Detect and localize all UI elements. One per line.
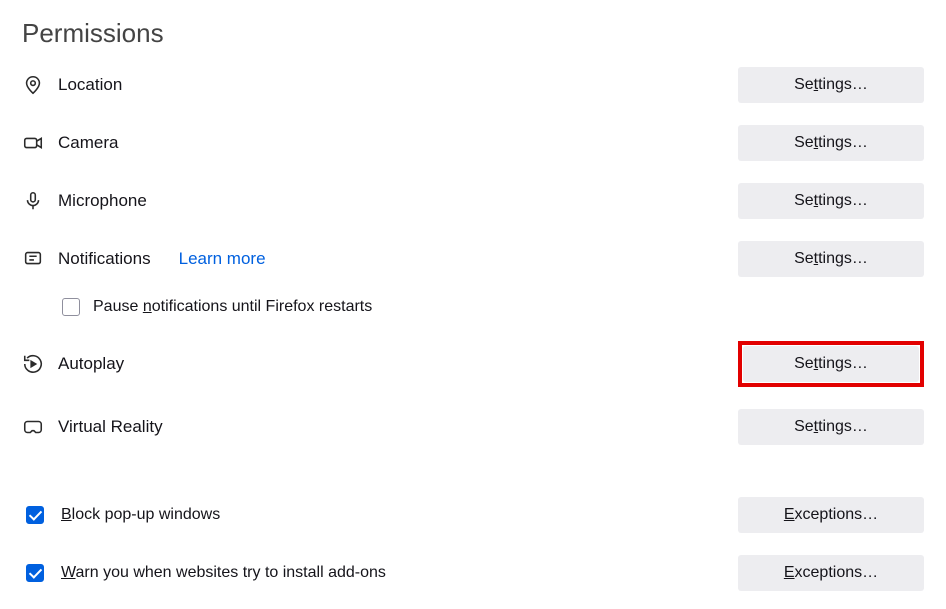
microphone-label: Microphone: [58, 191, 147, 211]
permissions-row-vr: Virtual Reality Settings…: [22, 409, 924, 445]
notifications-learn-more-link[interactable]: Learn more: [179, 249, 266, 269]
block-popups-label[interactable]: Block pop-up windows: [61, 506, 220, 524]
block-popups-row: Block pop-up windows Exceptions…: [22, 497, 924, 533]
vr-icon: [22, 416, 44, 438]
block-popups-exceptions-button[interactable]: Exceptions…: [738, 497, 924, 533]
location-settings-button[interactable]: Settings…: [738, 67, 924, 103]
vr-settings-button[interactable]: Settings…: [738, 409, 924, 445]
autoplay-icon: [22, 353, 44, 375]
permissions-row-location: Location Settings…: [22, 67, 924, 103]
notifications-label: Notifications: [58, 249, 151, 269]
autoplay-highlight-box: Settings…: [738, 341, 924, 387]
permissions-row-microphone: Microphone Settings…: [22, 183, 924, 219]
camera-label: Camera: [58, 133, 118, 153]
autoplay-settings-button[interactable]: Settings…: [743, 346, 919, 382]
block-popups-checkbox[interactable]: [26, 506, 44, 524]
camera-icon: [22, 132, 44, 154]
microphone-icon: [22, 190, 44, 212]
pause-notifications-label[interactable]: Pause notifications until Firefox restar…: [93, 298, 372, 316]
permissions-row-camera: Camera Settings…: [22, 125, 924, 161]
warn-addons-checkbox[interactable]: [26, 564, 44, 582]
location-icon: [22, 74, 44, 96]
vr-label: Virtual Reality: [58, 417, 163, 437]
notifications-settings-button[interactable]: Settings…: [738, 241, 924, 277]
warn-addons-row: Warn you when websites try to install ad…: [22, 555, 924, 591]
microphone-settings-button[interactable]: Settings…: [738, 183, 924, 219]
pause-notifications-row: Pause notifications until Firefox restar…: [58, 295, 924, 319]
camera-settings-button[interactable]: Settings…: [738, 125, 924, 161]
permissions-section-title: Permissions: [22, 18, 924, 49]
permissions-row-autoplay: Autoplay Settings…: [22, 341, 924, 387]
autoplay-label: Autoplay: [58, 354, 124, 374]
pause-notifications-checkbox[interactable]: [62, 298, 80, 316]
warn-addons-exceptions-button[interactable]: Exceptions…: [738, 555, 924, 591]
notifications-icon: [22, 248, 44, 270]
permissions-row-notifications: Notifications Learn more Settings…: [22, 241, 924, 277]
warn-addons-label[interactable]: Warn you when websites try to install ad…: [61, 564, 386, 582]
location-label: Location: [58, 75, 122, 95]
